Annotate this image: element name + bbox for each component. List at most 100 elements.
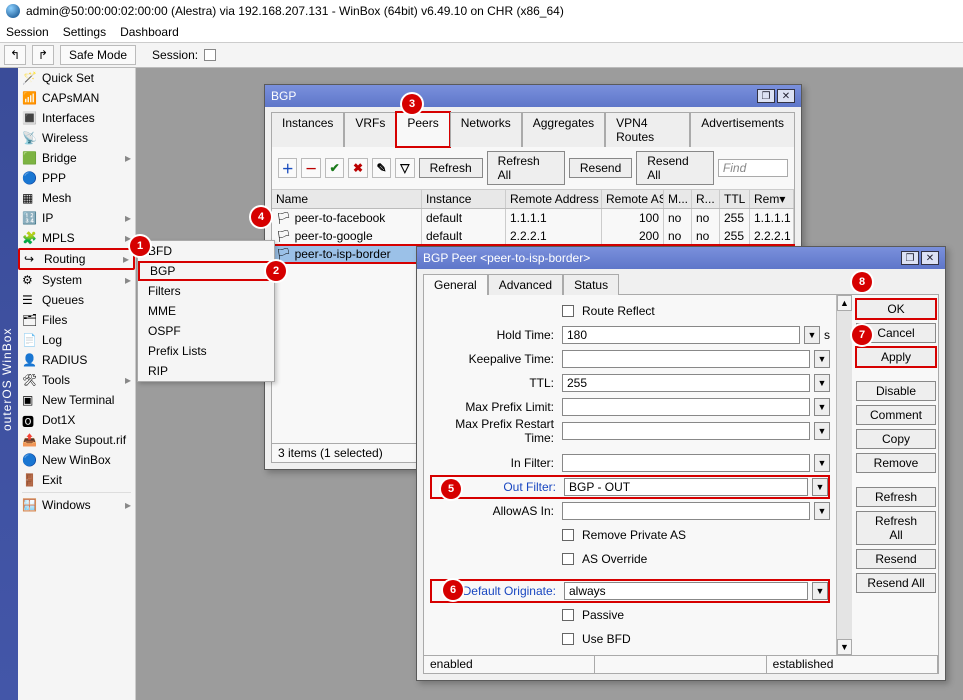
hold-time-input[interactable] (562, 326, 800, 344)
peer-resend-all-button[interactable]: Resend All (856, 573, 936, 593)
in-filter-input[interactable] (562, 454, 810, 472)
refresh-button[interactable]: Refresh (419, 158, 483, 178)
passive-checkbox[interactable] (562, 609, 574, 621)
max-prefix-rt-dropdown[interactable]: ▼ (814, 422, 830, 440)
out-filter-dropdown[interactable]: ▼ (812, 478, 828, 496)
sidebar-item-mesh[interactable]: ▦Mesh (18, 188, 135, 208)
bgp-window-titlebar[interactable]: BGP ❐ ✕ (265, 85, 801, 107)
sidebar-item-quick-set[interactable]: 🪄Quick Set (18, 68, 135, 88)
peer-resend-button[interactable]: Resend (856, 549, 936, 569)
bgp-col-header[interactable]: Remote Address (506, 190, 602, 208)
def-orig-dropdown[interactable]: ▼ (812, 582, 828, 600)
bgp-tab-advertisements[interactable]: Advertisements (690, 112, 795, 147)
sidebar-item-files[interactable]: 🗂Files (18, 310, 135, 330)
resend-all-button[interactable]: Resend All (636, 151, 714, 185)
sidebar-item-exit[interactable]: 🚪Exit (18, 470, 135, 490)
scroll-up-button[interactable]: ▲ (837, 295, 852, 311)
remove-private-checkbox[interactable] (562, 529, 574, 541)
redo-button[interactable]: ↱ (32, 45, 54, 65)
bgp-window-close[interactable]: ✕ (777, 89, 795, 103)
undo-button[interactable]: ↰ (4, 45, 26, 65)
resend-button[interactable]: Resend (569, 158, 632, 178)
peer-scrollbar[interactable]: ▲ ▼ (836, 295, 852, 655)
bgp-col-header[interactable]: M... (664, 190, 692, 208)
scroll-down-button[interactable]: ▼ (837, 639, 852, 655)
peer-copy-button[interactable]: Copy (856, 429, 936, 449)
submenu-item-ospf[interactable]: OSPF (138, 321, 274, 341)
sidebar-item-ip[interactable]: 🔢IP▸ (18, 208, 135, 228)
route-reflect-checkbox[interactable] (562, 305, 574, 317)
filter-button[interactable]: ▽ (395, 158, 414, 178)
use-bfd-checkbox[interactable] (562, 633, 574, 645)
peer-window-restore[interactable]: ❐ (901, 251, 919, 265)
keepalive-input[interactable] (562, 350, 810, 368)
bgp-tab-vpn4-routes[interactable]: VPN4 Routes (605, 112, 690, 147)
sidebar-item-dot1x[interactable]: 🅾Dot1X (18, 410, 135, 430)
bgp-tab-vrfs[interactable]: VRFs (344, 112, 396, 147)
add-button[interactable]: ＋ (278, 158, 297, 178)
sidebar-item-log[interactable]: 📄Log (18, 330, 135, 350)
submenu-item-mme[interactable]: MME (138, 301, 274, 321)
peer-remove-button[interactable]: Remove (856, 453, 936, 473)
submenu-item-bfd[interactable]: BFD (138, 241, 274, 261)
peer-apply-button[interactable]: Apply (856, 347, 936, 367)
peer-comment-button[interactable]: Comment (856, 405, 936, 425)
bgp-tab-instances[interactable]: Instances (271, 112, 344, 147)
enable-button[interactable]: ✔ (325, 158, 344, 178)
peer-ok-button[interactable]: OK (856, 299, 936, 319)
hold-time-dropdown[interactable]: ▼ (804, 326, 820, 344)
peer-disable-button[interactable]: Disable (856, 381, 936, 401)
sidebar-item-new-terminal[interactable]: ▣New Terminal (18, 390, 135, 410)
safe-mode-button[interactable]: Safe Mode (60, 45, 136, 65)
menu-dashboard[interactable]: Dashboard (120, 25, 179, 39)
sidebar-item-queues[interactable]: ☰Queues (18, 290, 135, 310)
submenu-item-rip[interactable]: RIP (138, 361, 274, 381)
bgp-tab-peers[interactable]: Peers (396, 112, 449, 147)
out-filter-input[interactable] (564, 478, 808, 496)
max-prefix-dropdown[interactable]: ▼ (814, 398, 830, 416)
ttl-dropdown[interactable]: ▼ (814, 374, 830, 392)
sidebar-item-radius[interactable]: 👤RADIUS (18, 350, 135, 370)
peer-window-titlebar[interactable]: BGP Peer <peer-to-isp-border> ❐ ✕ (417, 247, 945, 269)
sidebar-item-mpls[interactable]: 🧩MPLS▸ (18, 228, 135, 248)
bgp-col-header[interactable]: Rem▾ (750, 190, 794, 208)
peer-window-close[interactable]: ✕ (921, 251, 939, 265)
disable-button[interactable]: ✖ (348, 158, 367, 178)
sidebar-item-interfaces[interactable]: 🔳Interfaces (18, 108, 135, 128)
sidebar-item-routing[interactable]: ↪Routing▸ (18, 248, 135, 270)
bgp-tab-aggregates[interactable]: Aggregates (522, 112, 605, 147)
keepalive-dropdown[interactable]: ▼ (814, 350, 830, 368)
sidebar-item-windows[interactable]: 🪟Windows▸ (18, 495, 135, 515)
sidebar-item-system[interactable]: ⚙System▸ (18, 270, 135, 290)
peer-tab-general[interactable]: General (423, 274, 488, 295)
sidebar-item-new-winbox[interactable]: 🔵New WinBox (18, 450, 135, 470)
bgp-tab-networks[interactable]: Networks (450, 112, 522, 147)
peer-tab-status[interactable]: Status (563, 274, 619, 295)
sidebar-item-bridge[interactable]: 🟩Bridge▸ (18, 148, 135, 168)
remove-button[interactable]: － (301, 158, 320, 178)
bgp-col-header[interactable]: Name (272, 190, 422, 208)
peer-refresh-button[interactable]: Refresh (856, 487, 936, 507)
submenu-item-prefix-lists[interactable]: Prefix Lists (138, 341, 274, 361)
sidebar-item-capsman[interactable]: 📶CAPsMAN (18, 88, 135, 108)
bgp-peer-row[interactable]: 🏳 peer-to-googledefault2.2.2.1200nono255… (272, 227, 794, 245)
refresh-all-button[interactable]: Refresh All (487, 151, 565, 185)
sidebar-item-make-supout.rif[interactable]: 📤Make Supout.rif (18, 430, 135, 450)
bgp-col-header[interactable]: Instance (422, 190, 506, 208)
menu-session[interactable]: Session (6, 25, 49, 39)
bgp-peer-row[interactable]: 🏳 peer-to-facebookdefault1.1.1.1100nono2… (272, 209, 794, 227)
sidebar-item-wireless[interactable]: 📡Wireless (18, 128, 135, 148)
peer-tab-advanced[interactable]: Advanced (488, 274, 563, 295)
bgp-col-header[interactable]: R... (692, 190, 720, 208)
bgp-col-header[interactable]: TTL (720, 190, 750, 208)
bgp-col-header[interactable]: Remote AS (602, 190, 664, 208)
in-filter-dropdown[interactable]: ▼ (814, 454, 830, 472)
as-override-checkbox[interactable] (562, 553, 574, 565)
submenu-item-bgp[interactable]: BGP (138, 261, 274, 281)
def-orig-input[interactable] (564, 582, 808, 600)
peer-refresh-all-button[interactable]: Refresh All (856, 511, 936, 545)
max-prefix-rt-input[interactable] (562, 422, 810, 440)
bgp-window-restore[interactable]: ❐ (757, 89, 775, 103)
allow-as-dropdown[interactable]: ▼ (814, 502, 830, 520)
max-prefix-input[interactable] (562, 398, 810, 416)
